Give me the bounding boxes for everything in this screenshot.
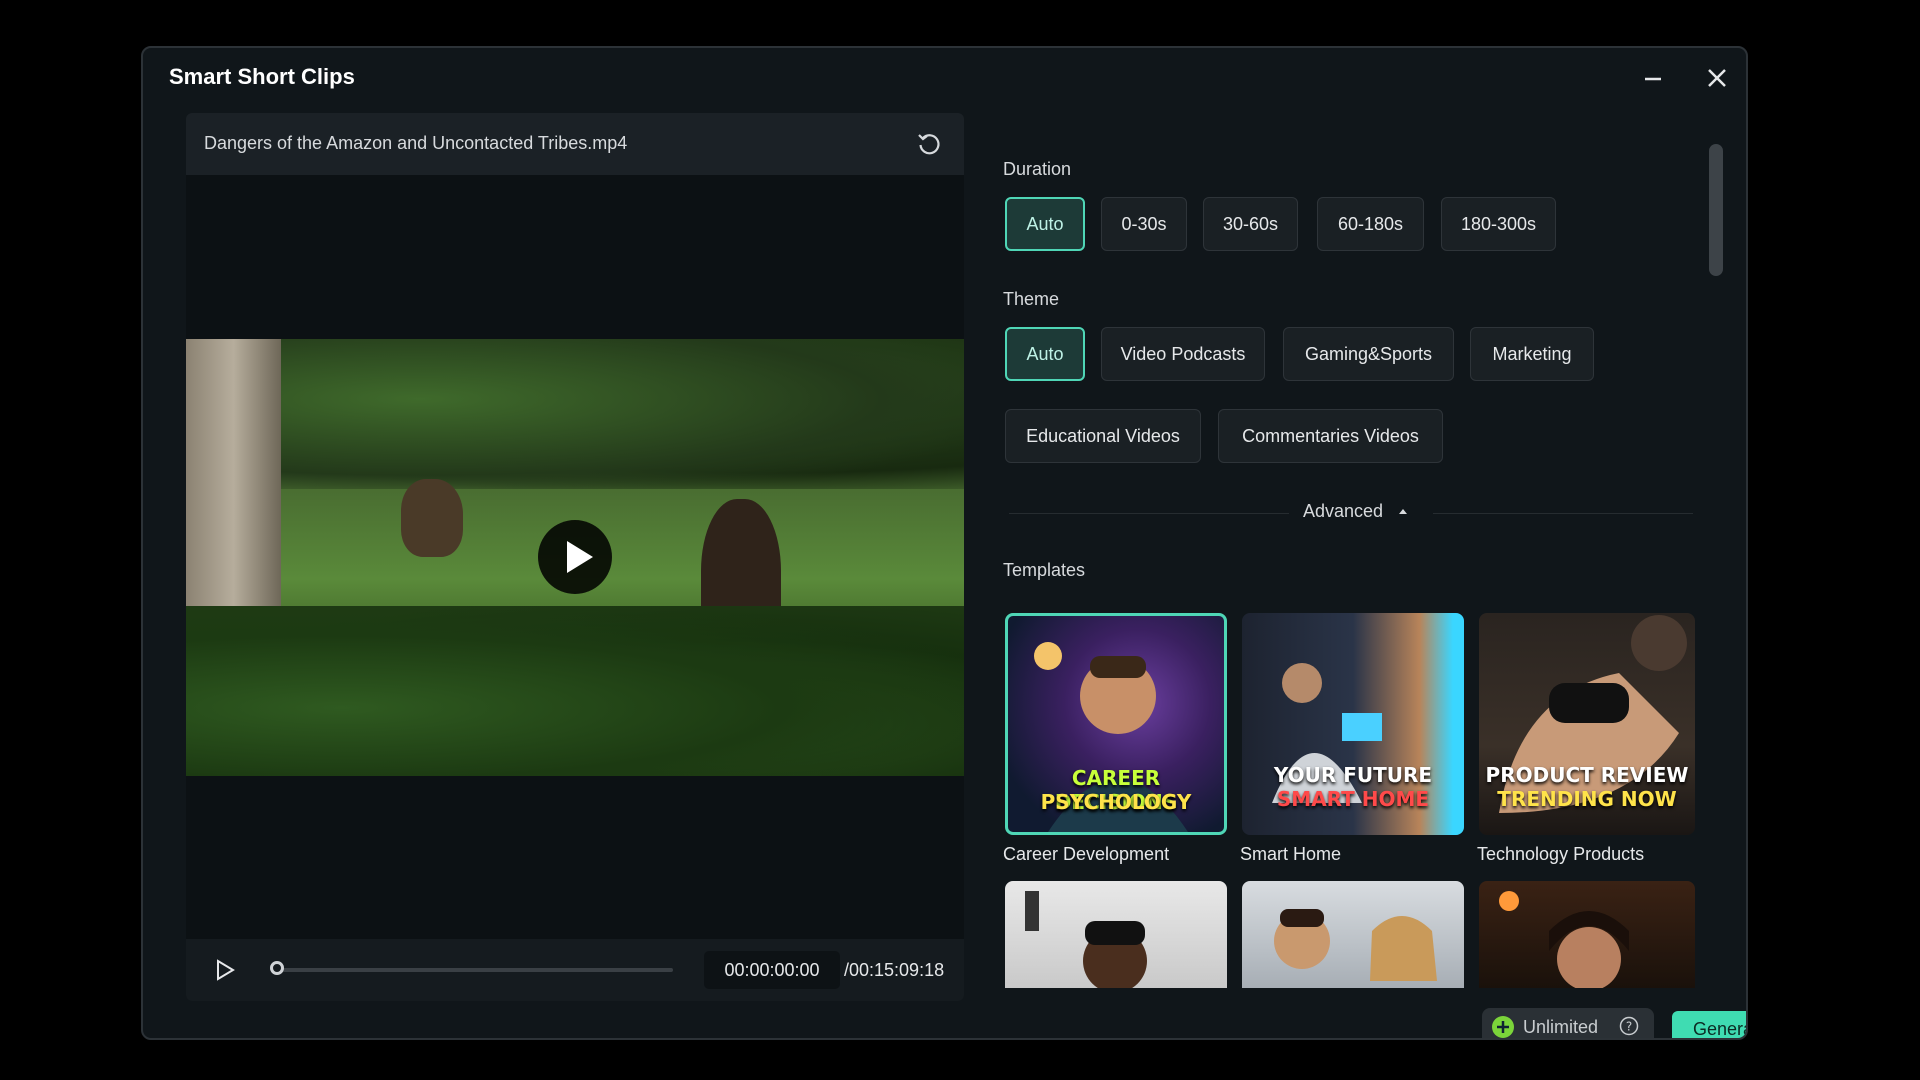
divider — [1433, 513, 1693, 514]
divider — [1009, 513, 1289, 514]
template-caption: Smart Home — [1240, 844, 1342, 864]
settings-scrollbar[interactable] — [1709, 144, 1723, 276]
preview-play-button[interactable] — [538, 520, 612, 594]
minimize-icon — [1645, 77, 1661, 81]
play-icon — [217, 959, 235, 981]
window-title: Smart Short Clips — [169, 64, 355, 89]
preview-foliage — [186, 606, 964, 776]
duration-option-180-300s[interactable]: 180-300s — [1441, 197, 1556, 251]
template-career-development[interactable]: CAREER DECISIONS PSYCHOLOGY — [1005, 613, 1227, 835]
theme-option-commentaries-videos[interactable]: Commentaries Videos — [1218, 409, 1443, 463]
preview-monkey — [401, 479, 463, 557]
current-time[interactable]: 00:00:00:00 — [704, 951, 840, 989]
template-headline: YOUR FUTURE — [1273, 763, 1433, 787]
theme-option-video-podcasts[interactable]: Video Podcasts — [1101, 327, 1265, 381]
progress-track[interactable] — [273, 968, 673, 972]
duration-option-0-30s[interactable]: 0-30s — [1101, 197, 1187, 251]
template-headline: PSYCHOLOGY — [1040, 790, 1192, 814]
templates-label: Templates — [1003, 560, 1086, 580]
duration-option-60-180s[interactable]: 60-180s — [1317, 197, 1424, 251]
generate-button[interactable]: Generate — [1672, 1011, 1746, 1038]
plus-icon — [1492, 1016, 1514, 1038]
close-icon — [1708, 69, 1726, 87]
duration-option-30-60s[interactable]: 30-60s — [1203, 197, 1298, 251]
advanced-label: Advanced — [1303, 501, 1384, 521]
file-name: Dangers of the Amazon and Uncontacted Tr… — [204, 133, 628, 153]
file-bar: Dangers of the Amazon and Uncontacted Tr… — [186, 113, 964, 175]
preview-jungle-canopy — [186, 339, 964, 489]
replace-file-icon[interactable] — [914, 129, 944, 159]
theme-option-gaming-sports[interactable]: Gaming&Sports — [1283, 327, 1454, 381]
template-person-image — [1499, 891, 1629, 988]
progress-handle[interactable] — [270, 961, 284, 975]
play-icon — [567, 541, 593, 573]
theme-option-educational-videos[interactable]: Educational Videos — [1005, 409, 1201, 463]
theme-option-marketing[interactable]: Marketing — [1470, 327, 1594, 381]
caret-up-icon — [1399, 509, 1408, 515]
template-thumbnail[interactable] — [1242, 881, 1464, 988]
minimize-button[interactable] — [1637, 62, 1669, 94]
close-button[interactable] — [1701, 62, 1733, 94]
smart-short-clips-dialog: Smart Short Clips Dangers of the Amazon … — [141, 46, 1748, 1040]
template-headline: TRENDING NOW — [1497, 787, 1677, 811]
playback-controls: 00:00:00:00 /00:15:09:18 — [186, 939, 964, 1001]
template-person-image — [1025, 891, 1147, 988]
template-thumbnail[interactable] — [1479, 881, 1695, 988]
duration-option-auto[interactable]: Auto — [1005, 197, 1085, 251]
template-headline: PRODUCT REVIEW — [1485, 763, 1689, 787]
template-people-image — [1274, 909, 1437, 981]
total-time: /00:15:09:18 — [844, 960, 945, 980]
template-headline: SMART HOME — [1276, 787, 1430, 811]
template-smart-home[interactable]: YOUR FUTURE SMART HOME — [1242, 613, 1464, 835]
template-technology-products[interactable]: PRODUCT REVIEW TRENDING NOW — [1479, 613, 1695, 835]
credits-label: Unlimited — [1523, 1017, 1599, 1037]
advanced-toggle[interactable]: Advanced — [1303, 501, 1410, 522]
duration-label: Duration — [1003, 159, 1072, 179]
question-icon[interactable]: ? — [1619, 1016, 1639, 1036]
play-button[interactable] — [210, 955, 240, 985]
video-preview[interactable] — [186, 339, 964, 776]
credits-pill[interactable]: Unlimited ? — [1482, 1008, 1654, 1038]
template-thumbnail[interactable] — [1005, 881, 1227, 988]
template-caption: Technology Products — [1477, 844, 1645, 864]
svg-text:?: ? — [1626, 1020, 1632, 1034]
template-caption: Career Development — [1003, 844, 1170, 864]
video-player: Dangers of the Amazon and Uncontacted Tr… — [186, 113, 964, 1001]
settings-panel: Duration Auto 0-30s 30-60s 60-180s 180-3… — [1003, 108, 1695, 988]
theme-option-auto[interactable]: Auto — [1005, 327, 1085, 381]
theme-label: Theme — [1003, 289, 1060, 309]
